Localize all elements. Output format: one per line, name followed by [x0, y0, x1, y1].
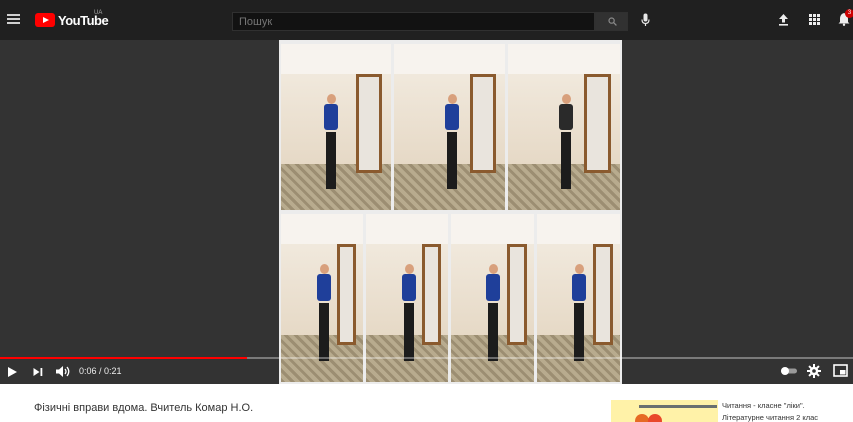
exercise-photo: [508, 44, 620, 210]
logo-country-code: UA: [94, 10, 103, 16]
autoplay-toggle-icon[interactable]: [779, 366, 799, 376]
notification-count-badge[interactable]: 3: [845, 9, 853, 18]
apps-grid-icon[interactable]: [809, 14, 820, 25]
video-frame-photo-collage[interactable]: [279, 40, 622, 384]
time-display: 0:06 / 0:21: [79, 366, 122, 376]
miniplayer-icon[interactable]: [833, 364, 848, 377]
top-bar: YouTube UA Пошук 3: [0, 0, 853, 40]
hamburger-menu-icon[interactable]: [7, 14, 20, 24]
skip-next-icon[interactable]: [32, 366, 44, 378]
exercise-photo: [281, 44, 391, 210]
volume-icon[interactable]: [55, 365, 71, 378]
microphone-icon[interactable]: [641, 13, 650, 27]
search-input[interactable]: [232, 12, 595, 31]
play-icon[interactable]: [6, 366, 18, 378]
gear-icon[interactable]: [807, 364, 821, 378]
exercise-photo: [394, 44, 505, 210]
youtube-watch-page: YouTube UA Пошук 3 0:06 / 0:21 Фізичні в…: [0, 0, 853, 422]
search-icon: [608, 17, 617, 26]
upload-icon[interactable]: [777, 13, 790, 26]
video-title: Фізичні вправи вдома. Вчитель Комар Н.О.: [34, 402, 254, 414]
related-video-thumbnail[interactable]: [611, 400, 718, 422]
youtube-play-logo-icon: [35, 13, 55, 27]
related-video-subtitle: Літературне читання 2 клас: [722, 413, 819, 422]
related-video-title[interactable]: Читання - класне "ліки".: [722, 401, 847, 410]
progress-bar-fill[interactable]: [0, 357, 248, 359]
search-button[interactable]: [595, 12, 628, 31]
youtube-logo[interactable]: YouTube UA: [35, 10, 109, 28]
